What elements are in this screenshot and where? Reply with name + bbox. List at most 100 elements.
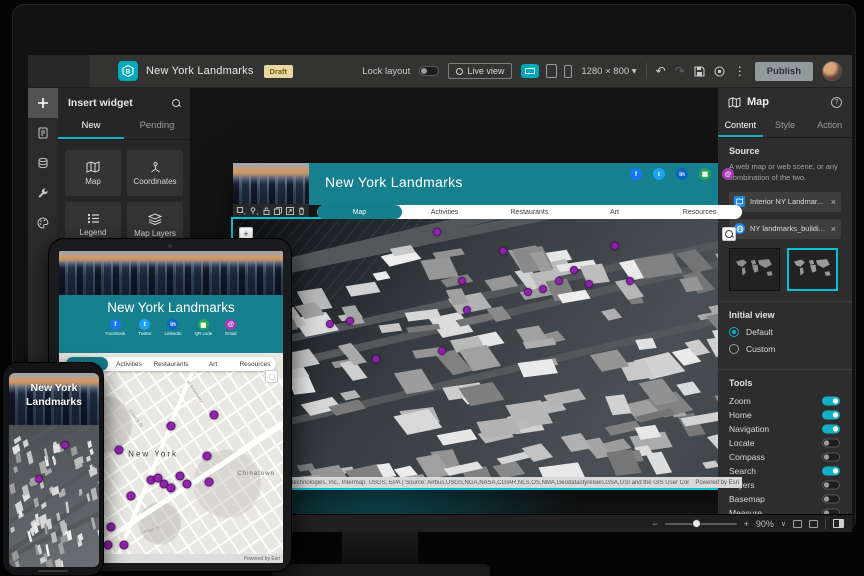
pin-icon[interactable] (250, 207, 259, 215)
landmark-marker[interactable] (106, 523, 115, 532)
landmark-marker[interactable] (463, 306, 471, 314)
live-view-button[interactable]: Live view (448, 63, 512, 79)
radio-default-control[interactable] (729, 327, 739, 337)
fit-to-width-icon[interactable] (809, 520, 818, 528)
tool-toggle-zoom[interactable] (822, 396, 840, 405)
preview-tab-resources[interactable]: Resources (657, 205, 742, 219)
tablet-tab-activities[interactable]: Activities (108, 357, 150, 371)
tool-toggle-layers[interactable] (822, 480, 840, 489)
redo-button[interactable]: ↷ (675, 65, 685, 77)
unlock-icon[interactable] (263, 207, 270, 215)
tab-content[interactable]: Content (718, 116, 763, 137)
landmark-marker[interactable] (61, 441, 69, 449)
remove-source-icon[interactable]: × (831, 224, 836, 234)
landmark-marker[interactable] (611, 242, 619, 250)
rail-insert-widget-button[interactable] (28, 88, 58, 118)
slider-knob[interactable] (692, 519, 701, 528)
move-icon[interactable] (286, 207, 294, 215)
source-item-webscene[interactable]: NY landmarks_buildi... × (729, 219, 841, 239)
landmark-marker[interactable] (153, 473, 162, 482)
landmark-marker[interactable] (35, 475, 43, 483)
landmark-marker[interactable] (202, 452, 211, 461)
zoom-dropdown-caret[interactable]: ∨ (781, 520, 786, 528)
landmark-marker[interactable] (433, 228, 441, 236)
tablet-tab-resources[interactable]: Resources (234, 357, 276, 371)
lock-layout-toggle[interactable] (419, 66, 439, 76)
map-search-button[interactable] (722, 227, 736, 241)
layout-select-icon[interactable] (237, 207, 246, 215)
help-icon[interactable]: ? (831, 97, 842, 108)
radio-custom-control[interactable] (729, 344, 739, 354)
user-avatar[interactable] (822, 61, 842, 81)
radio-default[interactable]: Default (729, 327, 841, 337)
landmark-marker[interactable] (346, 317, 354, 325)
radio-custom[interactable]: Custom (729, 344, 841, 354)
tool-toggle-basemap[interactable] (822, 494, 840, 503)
duplicate-icon[interactable] (274, 207, 282, 215)
preview-circle-button[interactable] (714, 66, 725, 77)
more-options-button[interactable]: ⋮ (734, 65, 746, 77)
landmark-marker[interactable] (119, 541, 128, 550)
landmark-marker[interactable] (555, 277, 563, 285)
tool-toggle-navigation[interactable] (822, 424, 840, 433)
tablet-social-twitter[interactable]: tTwitter (138, 319, 151, 336)
app-preview-desktop[interactable]: New York Landmarks ftin▦@ MapActivitiesR… (233, 163, 742, 488)
rail-pages-button[interactable] (28, 118, 58, 148)
toggle-panel-icon[interactable] (833, 519, 844, 528)
fit-to-window-icon[interactable] (793, 520, 802, 528)
tool-toggle-home[interactable] (822, 410, 840, 419)
landmark-marker[interactable] (205, 477, 214, 486)
delete-icon[interactable] (298, 207, 305, 215)
social-twitter[interactable]: t (653, 168, 665, 181)
device-desktop-button[interactable] (521, 64, 539, 78)
preview-tab-map[interactable]: Map (317, 205, 402, 219)
tablet-social-qr-code[interactable]: ▦QR code (195, 319, 213, 336)
rail-settings-button[interactable] (28, 178, 58, 208)
tablet-search-button[interactable] (265, 370, 278, 383)
landmark-marker[interactable] (126, 491, 135, 500)
save-button[interactable] (694, 66, 705, 77)
rail-theme-button[interactable] (28, 208, 58, 238)
landmark-marker[interactable] (372, 355, 380, 363)
tab-pending[interactable]: Pending (124, 115, 190, 139)
tablet-social-email[interactable]: @Email (225, 319, 236, 336)
experience-builder-logo-icon[interactable]: B (118, 61, 138, 81)
publish-button[interactable]: Publish (755, 62, 813, 81)
social-facebook[interactable]: f (630, 168, 642, 181)
widget-tile-coordinates[interactable]: Coordinates (127, 150, 183, 196)
canvas-zoom-slider[interactable] (665, 523, 737, 525)
landmark-marker[interactable] (167, 422, 176, 431)
map-widget-selected[interactable]: +− ⌂ HERE, Garmin, GeoTechnologies, Inc.… (233, 219, 742, 488)
social-linkedin[interactable]: in (676, 168, 688, 181)
landmark-marker[interactable] (585, 280, 593, 288)
view-thumbnail-scene-selected[interactable] (787, 248, 838, 291)
landmark-marker[interactable] (326, 320, 334, 328)
canvas-zoom-level[interactable]: 90% (756, 519, 774, 529)
landmark-marker[interactable] (458, 277, 466, 285)
tablet-tab-restaurants[interactable]: Restaurants (150, 357, 192, 371)
landmark-marker[interactable] (115, 446, 124, 455)
undo-button[interactable]: ↶ (656, 65, 666, 77)
landmark-marker[interactable] (209, 410, 218, 419)
preview-tab-art[interactable]: Art (572, 205, 657, 219)
preview-tab-activities[interactable]: Activities (402, 205, 487, 219)
tool-toggle-search[interactable] (822, 466, 840, 475)
social-qr-code[interactable]: ▦ (699, 168, 711, 181)
tool-toggle-locate[interactable] (822, 438, 840, 447)
social-email[interactable]: @ (722, 168, 734, 181)
tablet-social-linkedin[interactable]: inLinkedIn (164, 319, 181, 336)
widget-tile-map[interactable]: Map (65, 150, 121, 196)
landmark-marker[interactable] (499, 247, 507, 255)
zoom-out-button[interactable]: − (652, 519, 657, 529)
landmark-marker[interactable] (104, 541, 113, 550)
landmark-marker[interactable] (570, 266, 578, 274)
landmark-marker[interactable] (524, 288, 532, 296)
landmark-marker[interactable] (539, 285, 547, 293)
source-item-webmap[interactable]: Interior NY Landmar... × (729, 192, 841, 212)
tab-action[interactable]: Action (807, 116, 852, 137)
tab-new[interactable]: New (58, 115, 124, 139)
widget-search-icon[interactable] (172, 99, 180, 107)
tool-toggle-compass[interactable] (822, 452, 840, 461)
rail-data-button[interactable] (28, 148, 58, 178)
tablet-social-facebook[interactable]: fFacebook (105, 319, 125, 336)
